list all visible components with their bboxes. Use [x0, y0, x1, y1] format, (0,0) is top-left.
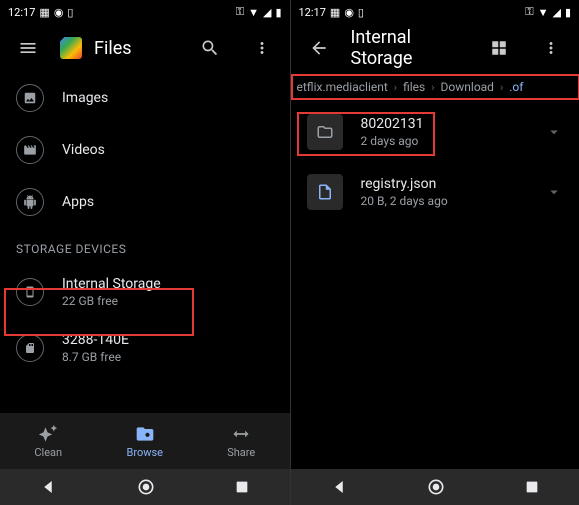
storage-header: STORAGE DEVICES — [0, 228, 290, 264]
home-button[interactable] — [426, 477, 446, 497]
battery-icon: ▮ — [275, 6, 281, 19]
category-images[interactable]: Images — [0, 72, 290, 124]
back-button[interactable] — [330, 478, 348, 496]
folder-icon — [307, 114, 343, 150]
video-icon — [16, 136, 44, 164]
bottom-nav: Clean Browse Share — [0, 413, 290, 469]
category-label: Videos — [62, 142, 274, 158]
item-name: 80202131 — [361, 116, 528, 132]
app-bar: Files — [0, 24, 290, 72]
crumb[interactable]: Download — [441, 80, 494, 94]
crumb-current: .of — [509, 80, 523, 94]
signal-icon: ◢ — [552, 6, 560, 19]
crumb[interactable]: etflix.mediaclient — [297, 80, 388, 94]
system-nav — [291, 469, 579, 505]
nav-clean[interactable]: Clean — [0, 413, 97, 469]
item-name: registry.json — [361, 176, 528, 192]
phone-storage-icon — [16, 278, 44, 306]
phone-icon: ▯ — [358, 6, 364, 19]
item-sub: 2 days ago — [361, 134, 528, 148]
nav-label: Clean — [34, 446, 62, 459]
signal-icon: ◢ — [263, 6, 271, 19]
phone-left: 12:17 ▦ ◉ ▯ ⚿ ▼ ◢ ▮ Files — [0, 0, 290, 505]
vpn-icon: ⚿ — [525, 5, 533, 19]
more-button[interactable] — [242, 28, 282, 68]
dot-icon: ◉ — [344, 6, 354, 19]
app-title: Files — [94, 38, 132, 59]
back-button[interactable] — [39, 478, 57, 496]
wifi-icon: ▼ — [538, 6, 549, 19]
category-videos[interactable]: Videos — [0, 124, 290, 176]
category-apps[interactable]: Apps — [0, 176, 290, 228]
app-bar: Internal Storage — [291, 24, 579, 72]
nav-browse[interactable]: Browse — [97, 413, 194, 469]
storage-name: 3288-140E — [62, 332, 274, 348]
breadcrumb[interactable]: etflix.mediaclient › files › Download › … — [291, 72, 579, 102]
file-list: 80202131 2 days ago registry.json 20 B, … — [291, 102, 579, 469]
menu-button[interactable] — [8, 28, 48, 68]
app-title-container: Internal Storage — [351, 27, 468, 69]
image-icon — [16, 84, 44, 112]
chevron-right-icon: › — [431, 81, 434, 94]
files-logo-icon — [60, 37, 82, 59]
vpn-icon: ⚿ — [236, 5, 244, 19]
nav-label: Share — [227, 446, 255, 459]
main-list: Images Videos Apps STORAGE DEVICES Inter… — [0, 72, 290, 413]
category-label: Apps — [62, 194, 274, 210]
nav-share[interactable]: Share — [193, 413, 290, 469]
search-button[interactable] — [190, 28, 230, 68]
category-label: Images — [62, 90, 274, 106]
folder-item[interactable]: 80202131 2 days ago — [291, 102, 579, 162]
chevron-right-icon: › — [394, 81, 397, 94]
app-title: Internal Storage — [351, 27, 468, 69]
storage-internal[interactable]: Internal Storage 22 GB free — [0, 264, 290, 320]
crumb[interactable]: files — [403, 80, 425, 94]
nav-label: Browse — [126, 446, 163, 459]
phone-icon: ▯ — [67, 6, 73, 19]
storage-sub: 8.7 GB free — [62, 350, 274, 364]
dot-icon: ◉ — [54, 6, 64, 19]
gallery-icon: ▦ — [39, 6, 49, 19]
recents-button[interactable] — [524, 479, 540, 495]
status-time: 12:17 — [8, 6, 35, 19]
storage-sub: 22 GB free — [62, 294, 274, 308]
battery-icon: ▮ — [565, 6, 571, 19]
system-nav — [0, 469, 290, 505]
storage-name: Internal Storage — [62, 276, 274, 292]
back-button[interactable] — [299, 28, 339, 68]
status-bar: 12:17 ▦ ◉ ▯ ⚿ ▼ ◢ ▮ — [0, 0, 290, 24]
gallery-icon: ▦ — [330, 6, 340, 19]
app-title-container: Files — [60, 37, 178, 59]
grid-view-button[interactable] — [479, 28, 519, 68]
expand-icon[interactable] — [545, 183, 563, 201]
recents-button[interactable] — [234, 479, 250, 495]
home-button[interactable] — [136, 477, 156, 497]
storage-sd[interactable]: 3288-140E 8.7 GB free — [0, 320, 290, 376]
status-time: 12:17 — [299, 6, 326, 19]
apps-icon — [16, 188, 44, 216]
file-icon — [307, 174, 343, 210]
phone-right: 12:17 ▦ ◉ ▯ ⚿ ▼ ◢ ▮ Internal Storage etf… — [290, 0, 579, 505]
item-sub: 20 B, 2 days ago — [361, 194, 528, 208]
file-item[interactable]: registry.json 20 B, 2 days ago — [291, 162, 579, 222]
expand-icon[interactable] — [545, 123, 563, 141]
chevron-right-icon: › — [500, 81, 503, 94]
status-bar: 12:17 ▦ ◉ ▯ ⚿ ▼ ◢ ▮ — [291, 0, 579, 24]
wifi-icon: ▼ — [248, 6, 259, 19]
more-button[interactable] — [531, 28, 571, 68]
sd-card-icon — [16, 334, 44, 362]
